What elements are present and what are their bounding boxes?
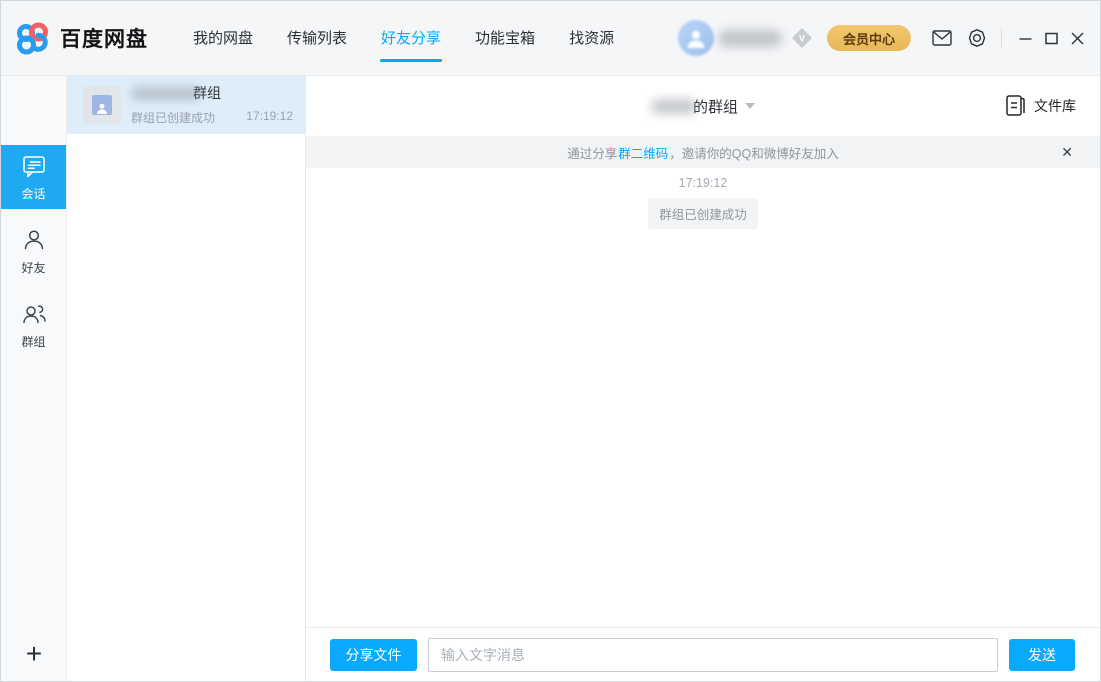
message-input[interactable] xyxy=(428,638,998,672)
add-button[interactable]: + xyxy=(1,639,67,669)
file-library-icon xyxy=(1005,94,1026,118)
conversation-time: 17:19:12 xyxy=(246,109,293,126)
friend-icon xyxy=(21,227,47,253)
sidebar-item-groups[interactable]: 群组 xyxy=(1,293,66,357)
redacted-username xyxy=(718,30,782,47)
conversation-subtitle-row: 群组已创建成功 17:19:12 xyxy=(131,109,293,126)
maximize-icon xyxy=(1045,32,1058,45)
vip-diamond-icon: V xyxy=(792,28,812,48)
person-icon xyxy=(684,26,708,50)
sidebar-item-friends[interactable]: 好友 xyxy=(1,219,66,283)
conversation-title: 群组 xyxy=(131,85,293,102)
tab-friend-share[interactable]: 好友分享 xyxy=(364,1,458,76)
conversation-item[interactable]: 群组 群组已创建成功 17:19:12 xyxy=(67,76,305,134)
svg-text:V: V xyxy=(799,34,805,44)
message-timestamp: 17:19:12 xyxy=(306,176,1100,190)
group-icon xyxy=(21,301,47,327)
notice-text-after: ，邀请你的QQ和微博好友加入 xyxy=(669,143,838,162)
conversation-list: 群组 群组已创建成功 17:19:12 xyxy=(67,76,306,681)
chat-title-dropdown[interactable]: 的群组 xyxy=(651,96,755,117)
tab-transfer-list[interactable]: 传输列表 xyxy=(270,1,364,76)
tab-toolbox[interactable]: 功能宝箱 xyxy=(458,1,552,76)
conversation-texts: 群组 群组已创建成功 17:19:12 xyxy=(131,85,293,126)
maximize-button[interactable] xyxy=(1038,23,1064,53)
user-area: V 会员中心 xyxy=(678,20,1090,56)
vip-level-badge[interactable]: V xyxy=(792,28,812,48)
tab-find-resources[interactable]: 找资源 xyxy=(552,1,631,76)
chevron-down-icon xyxy=(745,103,755,109)
app-logo: 百度网盘 xyxy=(15,20,148,56)
file-library-button[interactable]: 文件库 xyxy=(1005,76,1076,136)
group-avatar xyxy=(83,86,121,124)
person-icon xyxy=(95,101,109,115)
titlebar-divider xyxy=(1001,29,1002,47)
sidebar: 会话 好友 群组 + xyxy=(1,76,67,681)
system-message: 群组已创建成功 xyxy=(648,198,758,229)
tab-my-drive[interactable]: 我的网盘 xyxy=(176,1,270,76)
close-icon xyxy=(1071,32,1084,45)
redacted-group-name xyxy=(131,87,201,100)
share-file-button[interactable]: 分享文件 xyxy=(330,639,417,671)
vip-center-button[interactable]: 会员中心 xyxy=(827,25,911,51)
chat-bubble-icon xyxy=(21,153,47,179)
baidu-netdisk-logo-icon xyxy=(15,20,51,56)
redacted-group-owner xyxy=(651,99,697,114)
sidebar-item-conversations[interactable]: 会话 xyxy=(1,145,66,209)
composer: 分享文件 发送 xyxy=(306,627,1100,681)
notice-text-before: 通过分享 xyxy=(567,143,617,162)
user-avatar[interactable] xyxy=(678,20,714,56)
sidebar-item-label: 好友 xyxy=(21,259,45,276)
chat-header: 的群组 文件库 xyxy=(306,76,1100,136)
send-button[interactable]: 发送 xyxy=(1009,639,1075,671)
sidebar-item-label: 群组 xyxy=(21,333,45,350)
close-button[interactable] xyxy=(1064,23,1090,53)
minimize-button[interactable] xyxy=(1012,23,1038,53)
conversation-last-message: 群组已创建成功 xyxy=(131,109,215,126)
chat-panel: 的群组 文件库 通过分享 群二维码 ，邀请你的QQ和微博好友加入 ✕ xyxy=(306,76,1100,681)
group-qrcode-link[interactable]: 群二维码 xyxy=(618,143,668,162)
notice-close-icon[interactable]: ✕ xyxy=(1061,136,1073,168)
gear-icon xyxy=(967,28,987,48)
file-library-label: 文件库 xyxy=(1034,96,1076,116)
invite-notice-bar: 通过分享 群二维码 ，邀请你的QQ和微博好友加入 ✕ xyxy=(306,136,1100,168)
mail-icon xyxy=(932,30,952,46)
minimize-icon xyxy=(1019,32,1032,45)
settings-button[interactable] xyxy=(967,28,987,48)
sidebar-item-label: 会话 xyxy=(21,185,45,202)
group-avatar-placeholder xyxy=(92,95,112,115)
messages-button[interactable] xyxy=(932,30,952,46)
message-area: 17:19:12 群组已创建成功 xyxy=(306,176,1100,229)
main-nav: 我的网盘 传输列表 好友分享 功能宝箱 找资源 xyxy=(176,1,631,76)
app-name: 百度网盘 xyxy=(60,23,148,53)
titlebar: 百度网盘 我的网盘 传输列表 好友分享 功能宝箱 找资源 V xyxy=(1,1,1100,76)
chat-title-text: 的群组 xyxy=(693,96,738,117)
app-window: 百度网盘 我的网盘 传输列表 好友分享 功能宝箱 找资源 V xyxy=(0,0,1101,682)
